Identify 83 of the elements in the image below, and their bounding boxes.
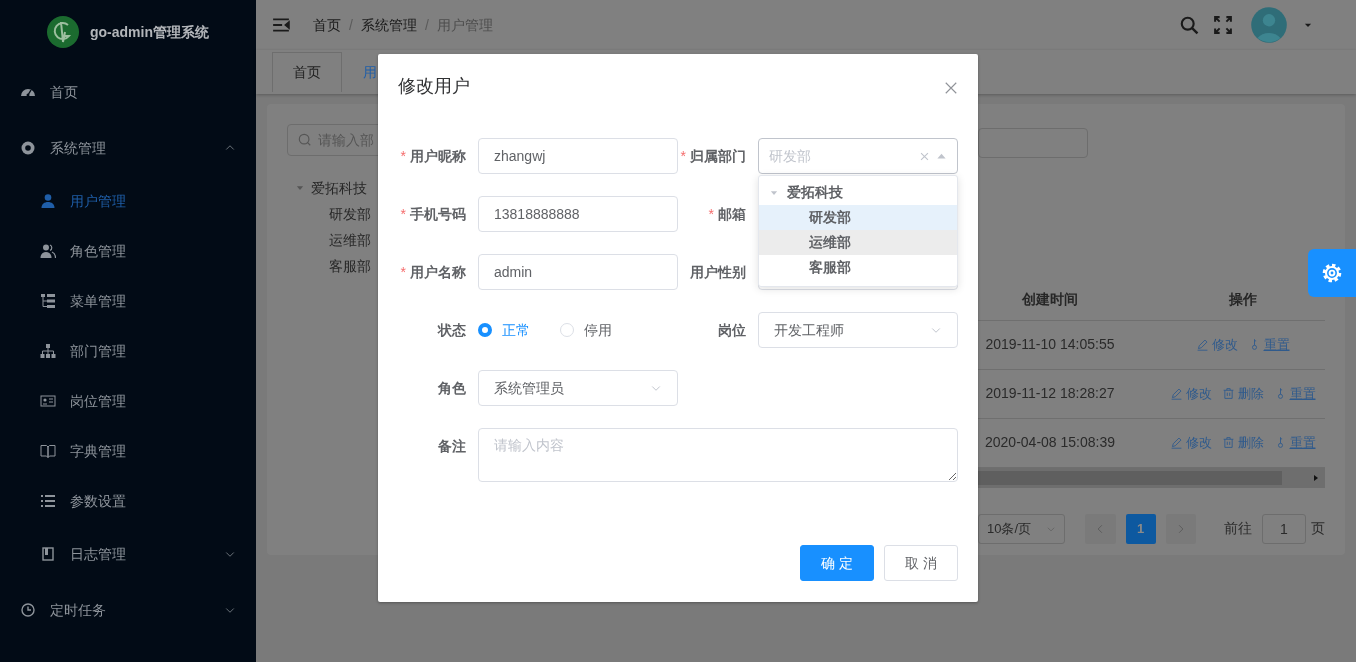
edit-icon [1169, 387, 1183, 400]
id-card-icon [40, 393, 56, 409]
page-size-select[interactable]: 10条/页 [978, 513, 1066, 544]
sidebar-item[interactable]: 菜单管理 [0, 276, 256, 326]
field-label: 归属部门 [690, 147, 746, 164]
org-chart-icon [40, 343, 56, 359]
tree-option[interactable]: 爱拓科技 [759, 180, 957, 205]
tree-option[interactable]: 运维部 [759, 230, 957, 255]
field-label: 邮箱 [718, 205, 746, 222]
menu-icon[interactable] [272, 16, 290, 34]
field-label: 用户名称 [410, 263, 466, 280]
field-label: 角色 [437, 378, 467, 398]
search-icon [298, 133, 312, 147]
sidebar-item[interactable]: 定时任务 [0, 582, 256, 638]
document-icon [40, 546, 56, 562]
goto-label: 前往 [1224, 519, 1252, 538]
user-icon [40, 193, 56, 209]
sidebar-item[interactable]: 用户管理 [0, 176, 256, 226]
sidebar-item[interactable]: 字典管理 [0, 426, 256, 476]
select-field[interactable]: 开发工程师 [758, 312, 958, 348]
required-mark: * [400, 147, 406, 164]
input-field[interactable] [978, 128, 1088, 158]
sidebar-item[interactable]: 参数设置 [0, 476, 256, 526]
tree-node[interactable]: 运维部 [329, 229, 371, 251]
radio-option[interactable]: 停用 [560, 319, 612, 341]
settings-button[interactable] [1308, 249, 1356, 297]
radio-button[interactable] [478, 323, 492, 337]
sidebar-item[interactable]: 系统管理 [0, 120, 256, 176]
field-label: 用户性别 [689, 262, 747, 282]
required-mark: * [400, 263, 406, 280]
logo-icon [47, 16, 79, 48]
input-field[interactable]: 13818888888 [478, 196, 678, 232]
field-label: 用户昵称 [410, 147, 466, 164]
field-label: 手机号码 [410, 205, 466, 222]
avatar[interactable] [1250, 6, 1288, 44]
tree-node[interactable]: 研发部 [329, 203, 371, 225]
sidebar-item[interactable]: 日志管理 [0, 526, 256, 582]
app-title: go-admin管理系统 [90, 22, 209, 42]
select-field[interactable]: 系统管理员 [478, 370, 678, 406]
tree-node[interactable]: 客服部 [329, 255, 371, 277]
sidebar-item[interactable]: 部门管理 [0, 326, 256, 376]
search-icon[interactable] [1180, 15, 1199, 35]
field-label: 状态 [436, 320, 467, 340]
sidebar-item[interactable]: 首页 [0, 64, 256, 120]
text-area[interactable]: 请输入内容 [478, 428, 958, 482]
scroll-arrow-icon[interactable] [1312, 473, 1320, 482]
tree-table-icon [40, 293, 56, 309]
sidebar-item[interactable]: 岗位管理 [0, 376, 256, 426]
tree-node[interactable]: 爱拓科技 [311, 177, 367, 199]
sidebar-item[interactable]: 角色管理 [0, 226, 256, 276]
dialog-title: 修改用户 [398, 75, 470, 98]
book-icon [40, 443, 56, 459]
breadcrumb-separator: / [349, 15, 353, 35]
trash-icon [1221, 436, 1235, 449]
tree-option[interactable]: 研发部 [759, 205, 957, 230]
trash-icon [1221, 387, 1235, 400]
edit-icon [1169, 436, 1183, 449]
edit-icon [1195, 338, 1209, 351]
tree-option[interactable]: 客服部 [759, 255, 957, 280]
clear-icon[interactable] [919, 150, 930, 162]
breadcrumb-item[interactable]: 首页 [313, 14, 341, 36]
required-mark: * [680, 147, 686, 164]
input-field[interactable]: admin [478, 254, 678, 290]
required-mark: * [708, 205, 714, 222]
required-mark: * [400, 205, 406, 222]
fullscreen-icon[interactable] [1214, 16, 1232, 34]
input-field[interactable]: zhangwj [478, 138, 678, 174]
tab[interactable]: 首页 [272, 52, 342, 92]
radio-option[interactable]: 正常 [478, 319, 530, 341]
users-icon [40, 243, 56, 259]
close-icon [944, 81, 958, 96]
breadcrumb-separator: / [424, 15, 429, 35]
field-label: 备注 [437, 437, 467, 456]
lifebuoy-icon [20, 140, 36, 156]
cancel-button[interactable]: 取 消 [884, 545, 958, 581]
breadcrumb-item[interactable]: 系统管理 [360, 14, 417, 36]
goto-suffix: 页 [1311, 519, 1325, 538]
page-input[interactable]: 1 [1262, 513, 1306, 544]
settings-icon [1320, 261, 1344, 285]
list-icon [40, 493, 56, 509]
clock-icon [20, 602, 36, 618]
confirm-button[interactable]: 确 定 [800, 545, 874, 581]
field-label: 岗位 [717, 320, 747, 340]
